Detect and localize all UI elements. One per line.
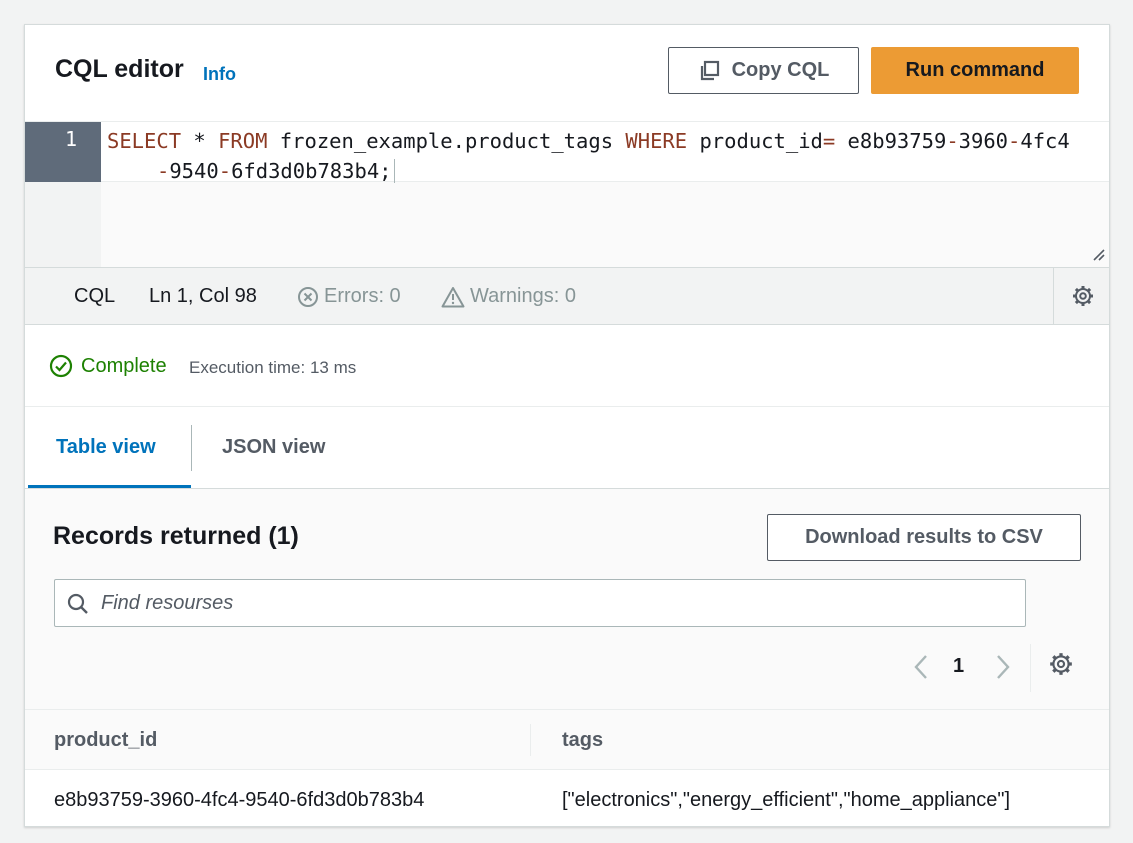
code-star: * xyxy=(181,129,219,153)
error-icon xyxy=(298,286,318,307)
gear-icon xyxy=(1072,286,1093,306)
code-dash: - xyxy=(218,159,232,183)
status-label: Complete xyxy=(81,354,167,377)
code-uuid-part: 4fc4 xyxy=(1020,129,1070,153)
copy-cql-label: Copy CQL xyxy=(731,59,830,81)
search-icon xyxy=(67,593,88,614)
code-operator: = xyxy=(822,129,836,153)
column-header-product-id[interactable]: product_id xyxy=(54,729,157,752)
code-uuid-part: 3960 xyxy=(958,129,1009,153)
code-column: product_id xyxy=(687,129,823,153)
column-header-tags[interactable]: tags xyxy=(562,729,603,752)
code-uuid-part: 9540 xyxy=(169,159,219,183)
status-badge: Complete xyxy=(49,354,167,378)
tab-json-view[interactable]: JSON view xyxy=(222,436,325,459)
chevron-left-icon[interactable] xyxy=(911,653,931,681)
status-warnings-label: Warnings: 0 xyxy=(470,285,576,307)
gear-icon[interactable] xyxy=(1048,651,1074,677)
code-dash: - xyxy=(157,159,170,183)
status-errors-label: Errors: 0 xyxy=(324,285,401,307)
execution-time: Execution time: 13 ms xyxy=(189,358,357,377)
cell-product-id: e8b93759-3960-4fc4-9540-6fd3d0b783b4 xyxy=(54,789,425,811)
pager-divider xyxy=(1030,644,1031,692)
status-cursor-position: Ln 1, Col 98 xyxy=(149,285,257,307)
results-section: Records returned (1) Download results to… xyxy=(25,489,1109,826)
warning-icon xyxy=(441,286,465,307)
check-circle-icon xyxy=(49,354,73,378)
code-uuid-part: e8b93759 xyxy=(835,129,947,153)
page-title: CQL editor xyxy=(55,55,184,83)
search-box[interactable] xyxy=(54,579,1026,627)
editor-settings-button[interactable] xyxy=(1053,268,1109,324)
code-editor[interactable]: 1 SELECT * FROM frozen_example.product_t… xyxy=(25,121,1109,268)
execution-status: Complete Execution time: 13 ms xyxy=(25,325,1109,407)
editor-empty-area[interactable] xyxy=(101,182,1109,268)
keyword-from: FROM xyxy=(218,129,268,153)
run-command-button[interactable]: Run command xyxy=(871,47,1079,94)
text-cursor xyxy=(393,159,395,183)
keyword-where: WHERE xyxy=(625,129,688,153)
table-row: e8b93759-3960-4fc4-9540-6fd3d0b783b4 ["e… xyxy=(25,769,1109,826)
column-divider[interactable] xyxy=(530,724,531,756)
current-page[interactable]: 1 xyxy=(953,655,964,678)
result-tabs: Table view JSON view xyxy=(25,407,1109,489)
search-input[interactable] xyxy=(101,588,1001,618)
line-number: 1 xyxy=(25,122,101,182)
editor-header: CQL editor Info Copy CQL Run command xyxy=(25,25,1109,121)
editor-status-bar: CQL Ln 1, Col 98 Errors: 0 Warnings: 0 xyxy=(25,267,1109,325)
cql-editor-panel: CQL editor Info Copy CQL Run command 1 S… xyxy=(24,24,1110,827)
code-uuid-part: 6fd3d0b783b4; xyxy=(231,159,392,183)
records-title: Records returned (1) xyxy=(53,522,299,550)
table-header: product_id tags xyxy=(25,709,1109,769)
chevron-right-icon[interactable] xyxy=(993,653,1013,681)
status-warnings[interactable]: Warnings: 0 xyxy=(441,285,576,308)
code-table: frozen_example.product_tags xyxy=(267,129,626,153)
tab-divider xyxy=(191,425,192,471)
resize-handle-icon[interactable] xyxy=(1089,245,1105,261)
cell-tags: ["electronics","energy_efficient","home_… xyxy=(562,789,1011,811)
tab-table-view[interactable]: Table view xyxy=(56,436,156,459)
code-text[interactable]: SELECT * FROM frozen_example.product_tag… xyxy=(107,126,1103,186)
status-language: CQL xyxy=(74,285,116,307)
code-dash: - xyxy=(946,129,959,153)
copy-cql-button[interactable]: Copy CQL xyxy=(668,47,859,94)
download-csv-button[interactable]: Download results to CSV xyxy=(767,514,1081,561)
keyword-select: SELECT xyxy=(107,129,182,153)
info-link[interactable]: Info xyxy=(203,64,236,85)
copy-icon xyxy=(700,60,719,80)
status-errors[interactable]: Errors: 0 xyxy=(297,285,401,308)
code-dash: - xyxy=(1008,129,1021,153)
